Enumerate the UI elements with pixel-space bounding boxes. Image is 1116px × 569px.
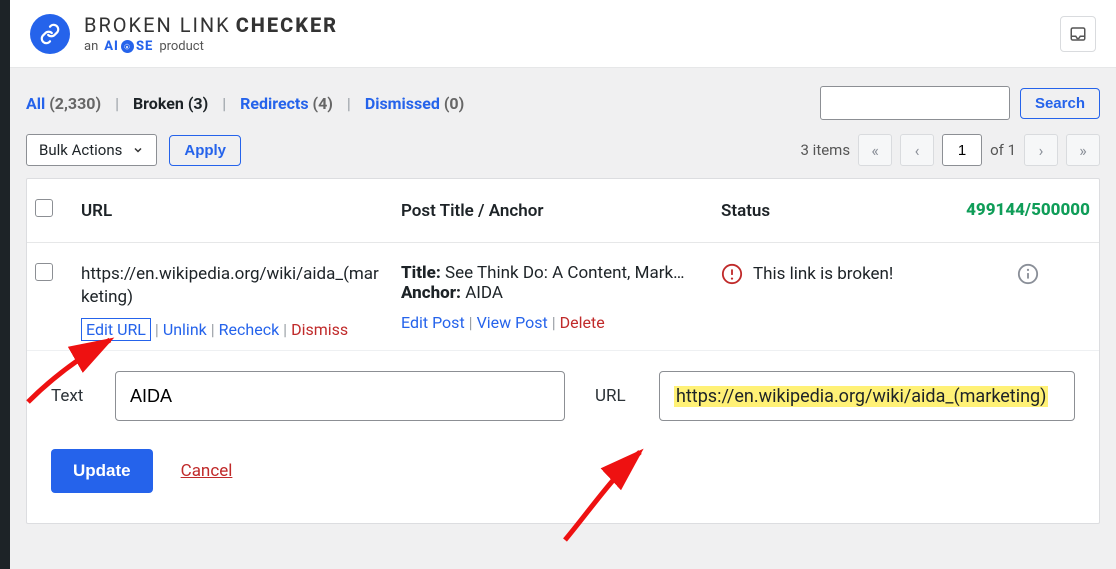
bulk-actions-dropdown[interactable]: Bulk Actions: [26, 134, 157, 166]
app-subtitle: an AISE product: [84, 39, 338, 54]
pager-current-input[interactable]: [942, 134, 982, 166]
title-value: See Think Do: A Content, Mark…: [445, 263, 684, 283]
logo-icon: [30, 14, 70, 54]
update-button[interactable]: Update: [51, 449, 153, 493]
row-checkbox[interactable]: [35, 263, 53, 281]
col-url[interactable]: URL: [73, 191, 393, 231]
search-button[interactable]: Search: [1020, 88, 1100, 119]
delete-button[interactable]: Delete: [560, 313, 605, 332]
view-post-button[interactable]: View Post: [477, 313, 548, 332]
filter-all[interactable]: All (2,330): [26, 94, 101, 113]
unlink-button[interactable]: Unlink: [163, 320, 207, 339]
error-icon: [721, 263, 743, 285]
pager-next-button[interactable]: ›: [1024, 134, 1058, 166]
url-field[interactable]: https://en.wikipedia.org/wiki/aida_(mark…: [659, 371, 1075, 421]
pager-prev-button[interactable]: ‹: [900, 134, 934, 166]
app-header: BROKEN LINK CHECKER an AISE product: [10, 0, 1116, 68]
filter-redirects[interactable]: Redirects (4): [240, 94, 333, 113]
search-input[interactable]: [820, 86, 1010, 120]
filter-bar: All (2,330) | Broken (3) | Redirects (4)…: [10, 68, 1116, 128]
row-url: https://en.wikipedia.org/wiki/aida_(mark…: [81, 263, 385, 309]
pager-first-button[interactable]: «: [858, 134, 892, 166]
edit-panel: Text URL https://en.wikipedia.org/wiki/a…: [27, 351, 1099, 523]
title-label: Title:: [401, 263, 441, 283]
filter-broken[interactable]: Broken (3): [133, 94, 208, 113]
pager-last-button[interactable]: »: [1066, 134, 1100, 166]
status-text: This link is broken!: [753, 264, 893, 284]
dismiss-button[interactable]: Dismiss: [291, 320, 348, 339]
info-icon[interactable]: [1017, 263, 1039, 285]
pager-items: 3 items: [801, 141, 851, 159]
edit-url-button[interactable]: Edit URL: [81, 318, 151, 341]
select-all-checkbox[interactable]: [35, 199, 53, 217]
text-field-label: Text: [51, 386, 95, 406]
col-status[interactable]: Status: [713, 191, 943, 231]
links-table: URL Post Title / Anchor Status 499144/50…: [26, 178, 1100, 524]
apply-button[interactable]: Apply: [169, 135, 241, 166]
url-field-label: URL: [595, 386, 639, 406]
app-title: BROKEN LINK CHECKER: [84, 13, 338, 37]
anchor-label: Anchor:: [401, 283, 461, 303]
quota-counter: 499144/500000: [943, 191, 1113, 231]
cancel-button[interactable]: Cancel: [181, 461, 233, 481]
table-row: https://en.wikipedia.org/wiki/aida_(mark…: [27, 243, 1099, 351]
text-field[interactable]: [115, 371, 565, 421]
chevron-down-icon: [132, 144, 144, 156]
notifications-tray-icon[interactable]: [1060, 16, 1096, 52]
recheck-button[interactable]: Recheck: [219, 320, 280, 339]
filter-dismissed[interactable]: Dismissed (0): [365, 94, 464, 113]
pager-of: of 1: [990, 141, 1016, 159]
anchor-value: AIDA: [465, 283, 503, 303]
edit-post-button[interactable]: Edit Post: [401, 313, 465, 332]
gear-in-o-icon: [121, 40, 134, 53]
col-posttitle[interactable]: Post Title / Anchor: [393, 191, 713, 231]
